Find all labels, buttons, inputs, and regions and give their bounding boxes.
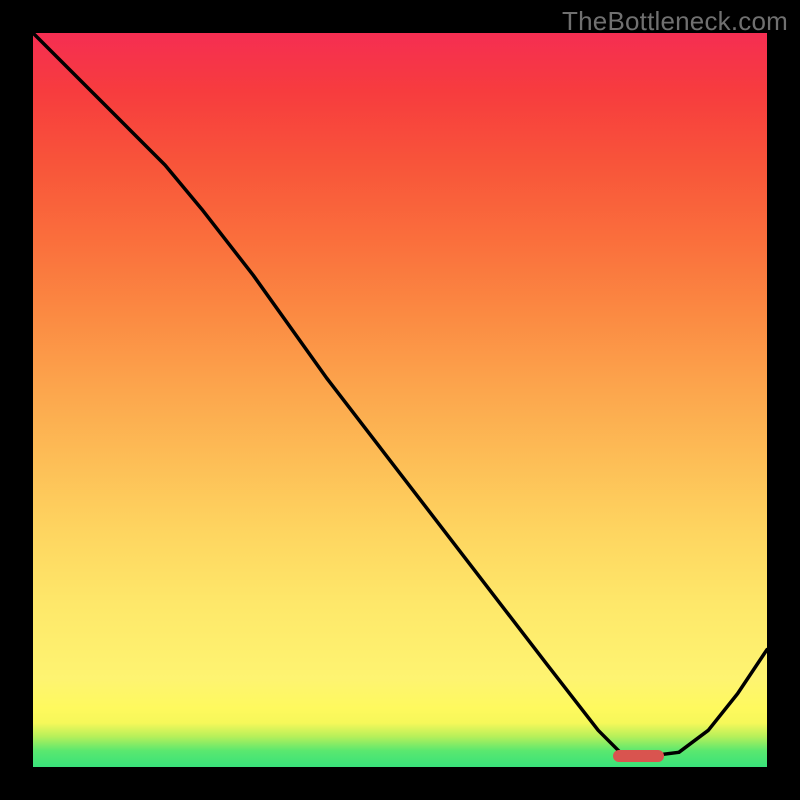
bottleneck-curve [33,33,767,767]
optimal-range-marker [613,750,664,762]
chart-frame: TheBottleneck.com [0,0,800,800]
watermark-text: TheBottleneck.com [562,6,788,37]
curve-path [33,33,767,756]
